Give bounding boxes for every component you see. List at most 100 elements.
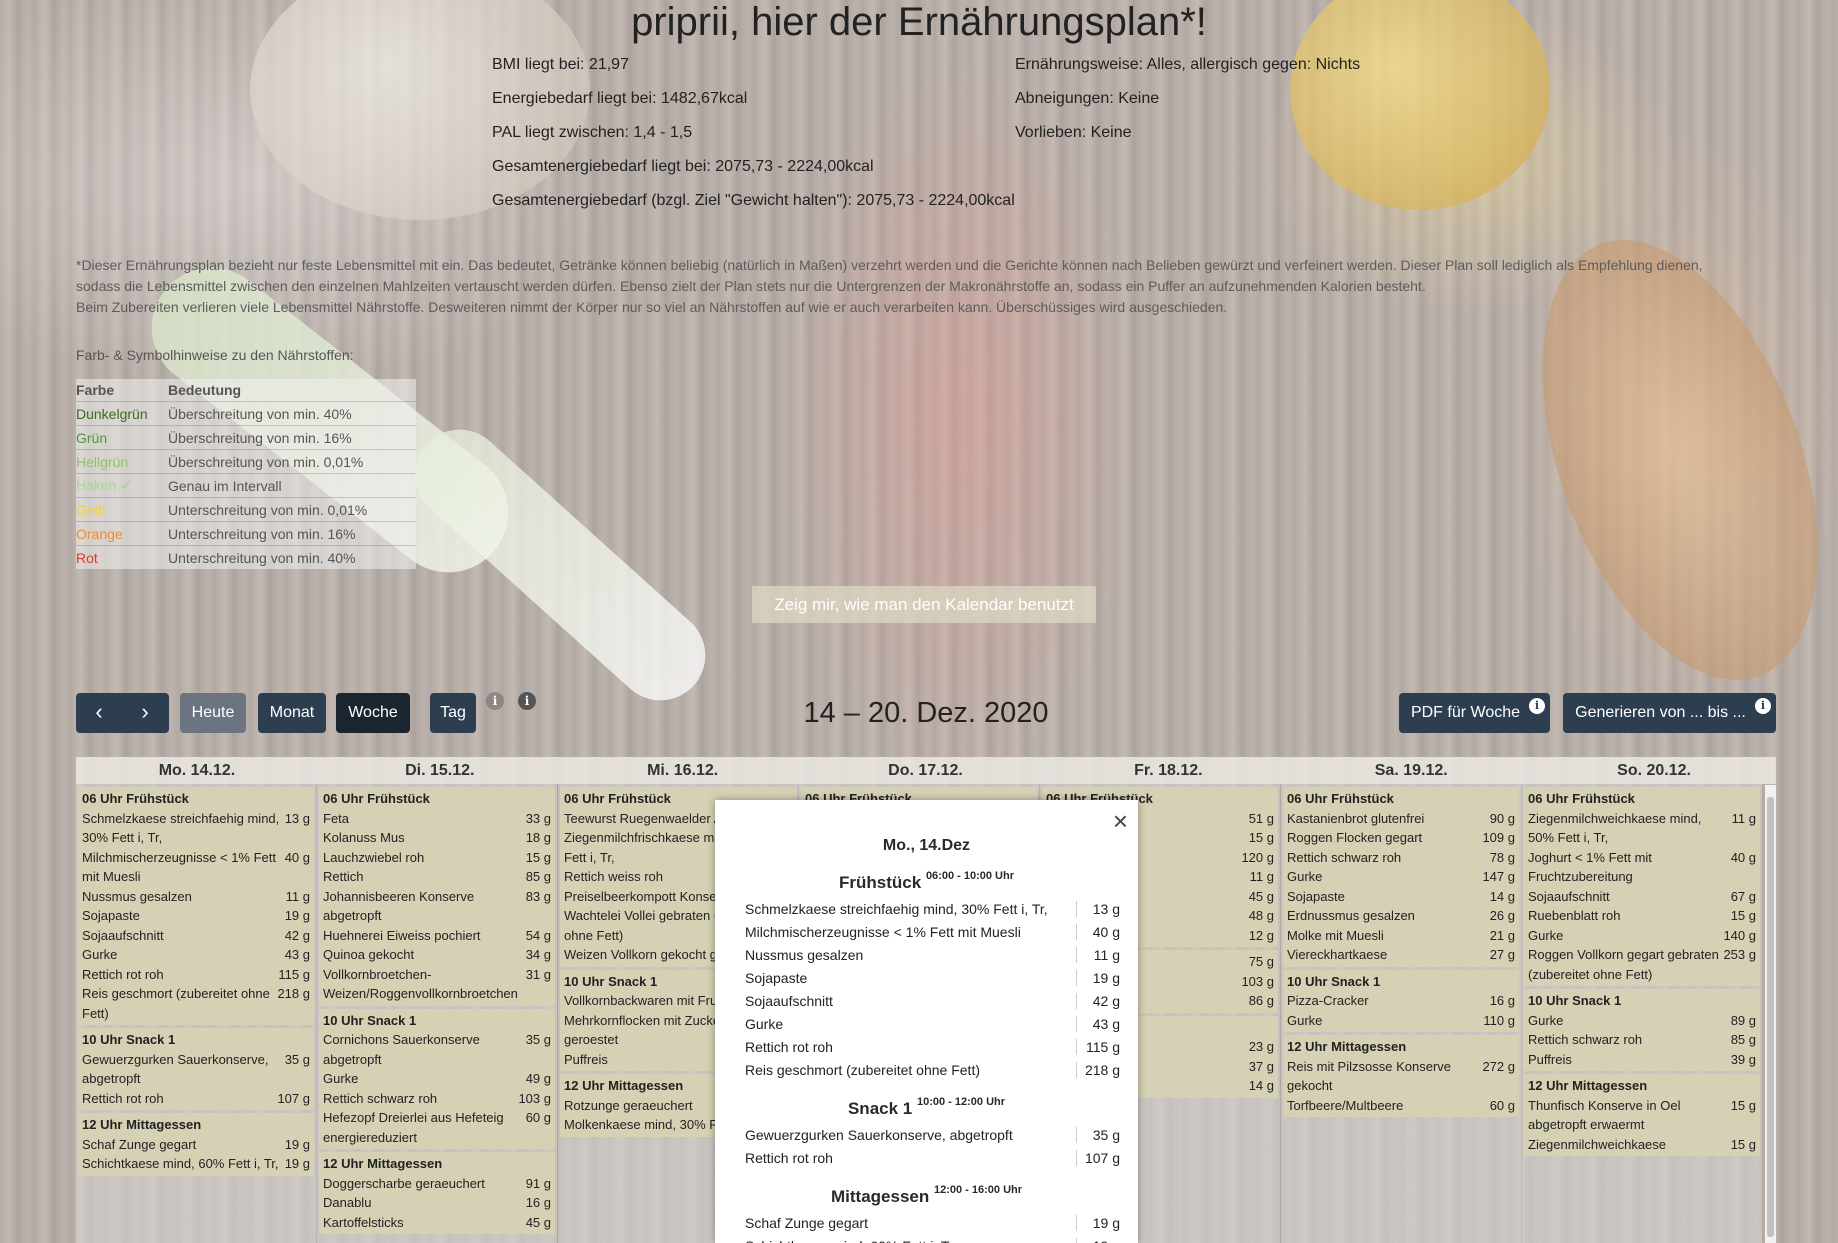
food-item: Sojapaste 14 g [1287, 887, 1515, 907]
legend-header-color: Farbe [76, 382, 115, 398]
meal-event[interactable]: 12 Uhr Mittagessen Schaf Zunge gegart 19 g… [78, 1113, 314, 1176]
food-item: Gewuerzgurken Sauerkonserve, abgetropft 3… [82, 1050, 310, 1089]
food-item: Doggerscharbe geraeuchert 91 g [323, 1174, 551, 1194]
food-name: Rettich schwarz roh [1528, 1032, 1643, 1047]
food-name: Lauchzwiebel roh [323, 849, 425, 865]
day-view-button[interactable]: Tag [430, 693, 476, 733]
food-item: Roggen Vollkorn gegart gebraten (zuberei… [1528, 945, 1756, 984]
info-icon[interactable]: i [518, 692, 536, 710]
food-name: Vollkornbroetchen-Weizen/Roggenvollkornb… [323, 966, 518, 1002]
generate-range-button[interactable]: Generieren von ... bis ... i [1563, 693, 1776, 733]
food-quantity: 115 g [1076, 1038, 1122, 1055]
food-item: Gurke 140 g [1528, 926, 1756, 946]
day-header[interactable]: Mo. 14.12. [76, 757, 319, 784]
meal-event[interactable]: 10 Uhr Snack 1 Pizza-Cracker 16 g Gurke 110 … [1283, 969, 1519, 1032]
food-name: Kolanuss Mus [323, 830, 405, 845]
meal-title: 06 Uhr Frühstück [82, 791, 189, 806]
day-header[interactable]: Di. 15.12. [319, 757, 562, 784]
food-name: Rettich rot roh [82, 966, 164, 982]
food-quantity: 83 g [525, 888, 551, 904]
day-detail-popup: × Mo., 14.Dez Frühstück 06:00 - 10:00 Uh… [715, 800, 1138, 1243]
info-icon[interactable]: i [486, 692, 504, 710]
food-quantity: 120 g [1241, 849, 1274, 865]
meal-time: 12:00 - 16:00 Uhr [933, 1184, 1023, 1196]
food-name: Sojaaufschnitt [1528, 888, 1610, 904]
food-name: Puffreis [1528, 1051, 1572, 1067]
popup-food-list: Gewuerzgurken Sauerkonserve, abgetropft 3… [731, 1123, 1122, 1169]
bmi-text: BMI liegt bei: 21,97 [492, 56, 629, 73]
popup-food-row: Reis geschmort (zubereitet ohne Fett) 218… [731, 1058, 1122, 1081]
day-header[interactable]: Do. 17.12. [805, 757, 1048, 784]
calendar-help-button[interactable]: Zeig mir, wie man den Kalendar benutzt [752, 586, 1096, 623]
meal-event[interactable]: 12 Uhr Mittagessen Thunfisch Konserve in … [1524, 1074, 1760, 1156]
day-column[interactable]: 06 Uhr Frühstück Feta 33 g Kolanuss Mus 18 g… [317, 784, 557, 1243]
meal-event[interactable]: 10 Uhr Snack 1 Cornichons Sauerkonserve a… [319, 1008, 555, 1149]
legend-row: Orange Unterschreitung von min. 16% [76, 521, 416, 545]
food-quantity: 15 g [525, 849, 551, 865]
food-quantity: 86 g [1248, 993, 1274, 1008]
energy-need-text: Energiebedarf liegt bei: 1482,67kcal [492, 90, 748, 107]
day-header[interactable]: Sa. 19.12. [1290, 757, 1534, 784]
legend-table: Farbe Bedeutung Dunkelgrün Überschreitung… [76, 379, 416, 569]
food-quantity: 42 g [1076, 992, 1122, 1009]
legend-meaning: Unterschreitung von min. 0,01% [168, 501, 368, 518]
pdf-week-button[interactable]: PDF für Woche i [1399, 693, 1550, 733]
food-quantity: 35 g [1076, 1126, 1122, 1143]
food-quantity: 110 g [1483, 1012, 1515, 1028]
meal-event[interactable]: 12 Uhr Mittagessen Reis mit Pilzsosse Kon… [1283, 1035, 1519, 1117]
legend-row: Gelb Unterschreitung von min. 0,01% [76, 497, 416, 521]
meal-title: 06 Uhr Frühstück [323, 791, 430, 806]
month-view-button[interactable]: Monat [258, 693, 326, 733]
popup-title: Mo., 14.Dez [882, 837, 971, 854]
day-header[interactable]: Mi. 16.12. [562, 757, 805, 784]
food-item: Joghurt < 1% Fett mit Fruchtzubereitung 4… [1528, 848, 1756, 887]
popup-section-title: Mittagessen 12:00 - 16:00 Uhr [715, 1184, 1138, 1207]
legend-row: Haken ✔ Genau im Intervall [76, 473, 416, 497]
today-button[interactable]: Heute [180, 693, 246, 733]
legend-color-label: Rot [76, 549, 98, 566]
food-quantity: 39 g [1730, 1051, 1756, 1067]
meal-event[interactable]: 10 Uhr Snack 1 Gurke 89 g Rettich schwarz r… [1524, 989, 1760, 1071]
meal-title: 06 Uhr Frühstück [1528, 791, 1635, 806]
meal-title: 10 Uhr Snack 1 [1287, 973, 1381, 989]
meal-event[interactable]: 06 Uhr Frühstück Schmelzkaese streichfaeh… [78, 787, 314, 1025]
food-name: Roggen Flocken gegart [1287, 830, 1423, 845]
day-column[interactable]: 06 Uhr Frühstück Schmelzkaese streichfaeh… [76, 784, 316, 1243]
meal-time: 10:00 - 12:00 Uhr [916, 1096, 1006, 1108]
prev-week-button[interactable]: ‹ [76, 693, 122, 733]
day-header[interactable]: Fr. 18.12. [1047, 757, 1291, 784]
food-quantity: 107 g [1076, 1149, 1122, 1166]
meal-event[interactable]: 06 Uhr Frühstück Feta 33 g Kolanuss Mus 18 g… [319, 787, 555, 1006]
food-quantity: 12 g [1248, 927, 1274, 943]
food-quantity: 19 g [1076, 1237, 1122, 1243]
day-column[interactable]: 06 Uhr Frühstück Kastanienbrot glutenfrei… [1281, 784, 1521, 1243]
meal-event[interactable]: 10 Uhr Snack 1 Gewuerzgurken Sauerkonserv… [78, 1028, 314, 1110]
food-quantity: 67 g [1730, 888, 1756, 904]
food-name: Schmelzkaese streichfaehig mind, 30% Fet… [82, 810, 280, 846]
meal-event[interactable]: 06 Uhr Frühstück Ziegenmilchweichkaese mi… [1524, 787, 1760, 986]
food-name: Gurke [745, 1015, 784, 1032]
next-week-button[interactable]: › [122, 693, 168, 733]
info-icon: i [1529, 698, 1545, 714]
calendar-scrollbar[interactable] [1765, 785, 1776, 1243]
meal-event[interactable]: 06 Uhr Frühstück Kastanienbrot glutenfrei… [1283, 787, 1519, 967]
day-header[interactable]: So. 20.12. [1533, 757, 1776, 784]
meal-title: 06 Uhr Frühstück [1287, 791, 1394, 806]
disclaimer-line: Beim Zubereiten verlieren viele Lebensmi… [76, 299, 1228, 315]
day-column[interactable]: 06 Uhr Frühstück Ziegenmilchweichkaese mi… [1522, 784, 1762, 1243]
food-quantity: 85 g [525, 869, 551, 884]
meal-event[interactable]: 12 Uhr Mittagessen Doggerscharbe geraeuch… [319, 1152, 555, 1234]
food-item: Gurke 110 g [1287, 1011, 1515, 1031]
meal-title: 12 Uhr Mittagessen [1528, 1078, 1648, 1093]
food-quantity: 49 g [525, 1071, 551, 1086]
popup-food-row: Milchmischerzeugnisse < 1% Fett mit Mues… [731, 920, 1122, 943]
scrollbar-thumb[interactable] [1767, 797, 1774, 1237]
food-name: Milchmischerzeugnisse < 1% Fett mit Mues… [745, 923, 1021, 940]
food-item: Johannisbeeren Konserve abgetropft 83 g [323, 887, 551, 926]
week-view-button[interactable]: Woche [336, 693, 410, 733]
goal-energy-text: Gesamtenergiebedarf (bzgl. Ziel "Gewicht… [492, 192, 1015, 209]
food-name: Viereckhartkaese [1287, 947, 1388, 962]
food-name: Nussmus gesalzen [82, 888, 192, 904]
food-name: Joghurt < 1% Fett mit Fruchtzubereitung [1528, 849, 1652, 885]
close-icon[interactable]: × [1113, 808, 1128, 834]
